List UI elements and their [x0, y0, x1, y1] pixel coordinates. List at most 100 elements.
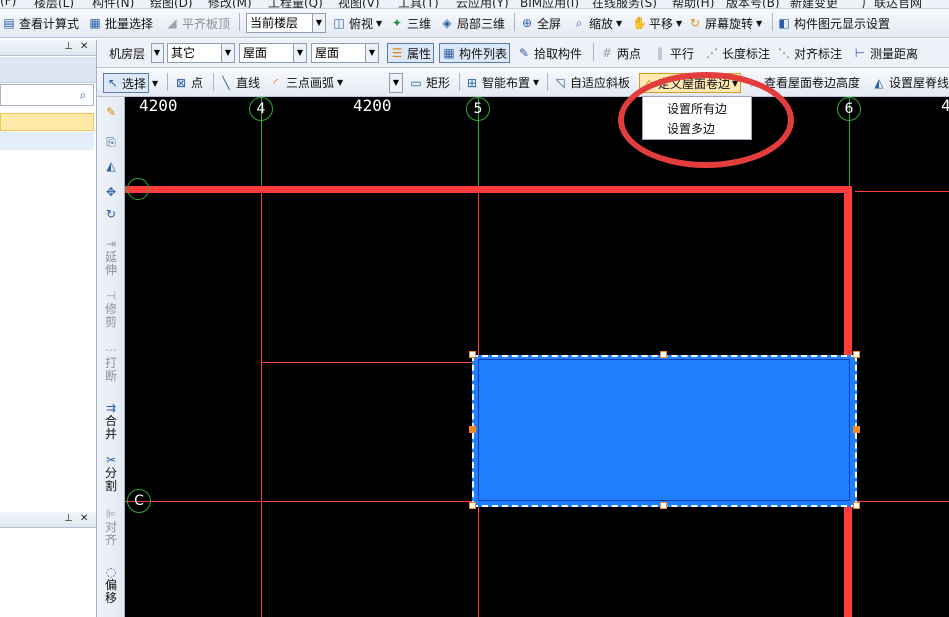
local-3d-button[interactable]: ◈ 局部三维 [440, 9, 505, 37]
two-points-button[interactable]: # 两点 [600, 39, 641, 67]
pin-icon[interactable]: ⊥ [64, 41, 73, 52]
chevron-down-icon: ▼ [533, 78, 540, 87]
wall-top [125, 186, 852, 193]
grip-handle[interactable] [469, 502, 476, 509]
grip-handle[interactable] [469, 426, 476, 433]
toolbar-element: 机房层 ▼ 其它 ▼ 屋面 ▼ 屋面 ▼ ☰ 属性 ▦ 构件列表 ✎ 拾取构件 # 两点 ‖ 平… [97, 39, 949, 68]
element-type-select[interactable]: 屋面 ▼ [239, 43, 307, 63]
move-tool-button[interactable]: ✥ [99, 185, 123, 199]
menu-item[interactable]: 视图(V) [338, 0, 380, 8]
select-button[interactable]: ↖ 选择 ▼ [103, 73, 158, 93]
element-list-button[interactable]: ▦ 构件列表 [439, 43, 511, 63]
pencil-tool-button[interactable]: ✎ [99, 105, 123, 119]
separator [547, 73, 548, 91]
drawing-canvas[interactable]: 4200 4 4200 5 6 4 C [125, 97, 949, 617]
length-dim-icon: ⋰ [706, 46, 718, 60]
point-button[interactable]: ⊠ 点 [174, 69, 203, 96]
menu-item[interactable]: 云应用(Y) [456, 0, 509, 8]
menu-item[interactable]: 构件(N) [92, 0, 134, 8]
search-icon[interactable]: ⌕ [76, 88, 90, 102]
close-icon[interactable]: ✕ [80, 41, 88, 52]
adaptive-slope-button[interactable]: ◹ 自适应斜板 [553, 69, 630, 96]
menu-item[interactable]: 帮助(H) [672, 0, 714, 8]
line-button[interactable]: ╲ 直线 [219, 69, 260, 96]
menu-item[interactable]: 工程量(Q) [268, 0, 323, 8]
rotate-tool-button[interactable]: ↻ [99, 207, 123, 221]
menu-item[interactable]: 版本号(B) [726, 0, 780, 8]
menu-item[interactable]: 广联达官网 [862, 0, 922, 8]
top-view-button[interactable]: ◫ 俯视 ▼ [332, 9, 382, 37]
mirror-tool-button[interactable]: ◭ [99, 159, 123, 173]
full-screen-button[interactable]: ⊕ 全屏 [520, 9, 561, 37]
offset-button[interactable]: ◌ 偏移 [99, 565, 123, 605]
rectangle-button[interactable]: ▭ 矩形 [409, 69, 450, 96]
tree-item-selected[interactable] [0, 113, 94, 131]
parallel-button[interactable]: ‖ 平行 [653, 39, 694, 67]
category-select[interactable]: 其它 ▼ [167, 43, 235, 63]
menu-bar: (F) 楼层(L) 构件(N) 绘图(D) 修改(M) 工程量(Q) 视图(V)… [0, 0, 949, 9]
annotation-ellipse [618, 72, 794, 168]
grip-handle[interactable] [853, 426, 860, 433]
menu-item[interactable]: 在线服务(S) [592, 0, 657, 8]
chevron-down-icon: ▼ [616, 18, 623, 28]
smart-layout-icon: ⊞ [466, 75, 478, 90]
grip-handle[interactable] [853, 502, 860, 509]
merge-button[interactable]: ⇉ 合并 [99, 401, 123, 441]
slope-icon: ◹ [555, 75, 565, 90]
grip-handle[interactable] [660, 351, 667, 358]
align-button[interactable]: ⊫ 对齐 [99, 507, 123, 547]
left-panel: ⊥ ✕ ⌕ ⊥ ✕ [0, 40, 97, 617]
menu-item[interactable]: 工具(T) [398, 0, 439, 8]
menu-item[interactable]: BIM应用(I) [520, 0, 579, 8]
rotate-icon: ↻ [105, 207, 117, 221]
align-icon: ⊫ [105, 507, 117, 521]
length-dim-button[interactable]: ⋰ 长度标注 [705, 39, 770, 67]
arc3-button[interactable]: ◜ 三点画弧 ▼ [269, 69, 344, 96]
break-button[interactable]: ⋯ 打断 [99, 343, 123, 383]
floor-select-arrow[interactable]: ▼ [151, 43, 164, 63]
element-name-select[interactable]: 屋面 ▼ [311, 43, 379, 63]
menu-item[interactable]: 新建变更 [790, 0, 838, 8]
split-button[interactable]: ✂ 分割 [99, 453, 123, 493]
tree-item[interactable] [0, 132, 94, 150]
menu-item[interactable]: 绘图(D) [150, 0, 193, 8]
menu-item[interactable]: 楼层(L) [34, 0, 74, 8]
align-dim-button[interactable]: ⋱ 对齐标注 [777, 39, 842, 67]
view-formula-button[interactable]: ▤ 查看计算式 [2, 9, 79, 37]
element-display-settings-button[interactable]: ◧ 构件图元显示设置 [777, 9, 890, 37]
floor-scope-select[interactable]: 当前楼层 ▼ [246, 13, 326, 33]
trim-button[interactable]: ⊣ 修剪 [99, 289, 123, 329]
rotate-screen-button[interactable]: ↻ 屏幕旋转 ▼ [688, 9, 762, 37]
chevron-down-icon: ▼ [312, 14, 325, 32]
pin-icon[interactable]: ⊥ [64, 513, 73, 524]
chevron-down-icon: ▼ [676, 18, 683, 28]
close-icon[interactable]: ✕ [80, 513, 88, 524]
move-icon: ✥ [105, 185, 117, 199]
measure-distance-button[interactable]: ⊢ 测量距离 [853, 39, 918, 67]
pan-button[interactable]: ✋ 平移 ▼ [632, 9, 682, 37]
align-slab-top-button[interactable]: ◢ 平齐板顶 [165, 9, 230, 37]
properties-button[interactable]: ☰ 属性 [387, 43, 435, 63]
toolbar-draw: ↖ 选择 ▼ ⊠ 点 ╲ 直线 ◜ 三点画弧 ▼ ▼ ▭ 矩形 ⊞ 智能布置 ▼ ◹ 自适应斜板 ⌂… [97, 69, 949, 97]
pick-element-button[interactable]: ✎ 拾取构件 [517, 39, 582, 67]
menu-item[interactable]: (F) [0, 0, 16, 8]
dimension-label: 4 [941, 97, 949, 115]
grip-handle[interactable] [469, 351, 476, 358]
draw-mode-arrow[interactable]: ▼ [389, 73, 403, 93]
grip-handle[interactable] [660, 502, 667, 509]
batch-select-icon: ▦ [89, 16, 101, 30]
extend-button[interactable]: ⇥ 延伸 [99, 237, 123, 277]
axis-bubble-c: C [127, 489, 151, 513]
menu-item[interactable]: 修改(M) [208, 0, 252, 8]
search-input[interactable]: ⌕ [0, 84, 94, 106]
3d-view-button[interactable]: ✦ 三维 [390, 9, 431, 37]
copy-tool-button[interactable]: ⎘ [99, 135, 123, 149]
batch-select-button[interactable]: ▦ 批量选择 [88, 9, 153, 37]
formula-icon: ▤ [3, 16, 15, 30]
smart-layout-button[interactable]: ⊞ 智能布置 ▼ [465, 69, 539, 96]
grip-handle[interactable] [853, 351, 860, 358]
point-icon: ⊠ [175, 75, 187, 90]
local-3d-icon: ◈ [442, 16, 452, 30]
set-roof-ridge-button[interactable]: ◭ 设置屋脊线 [872, 69, 949, 96]
zoom-button[interactable]: ⌕ 缩放 ▼ [572, 9, 623, 37]
